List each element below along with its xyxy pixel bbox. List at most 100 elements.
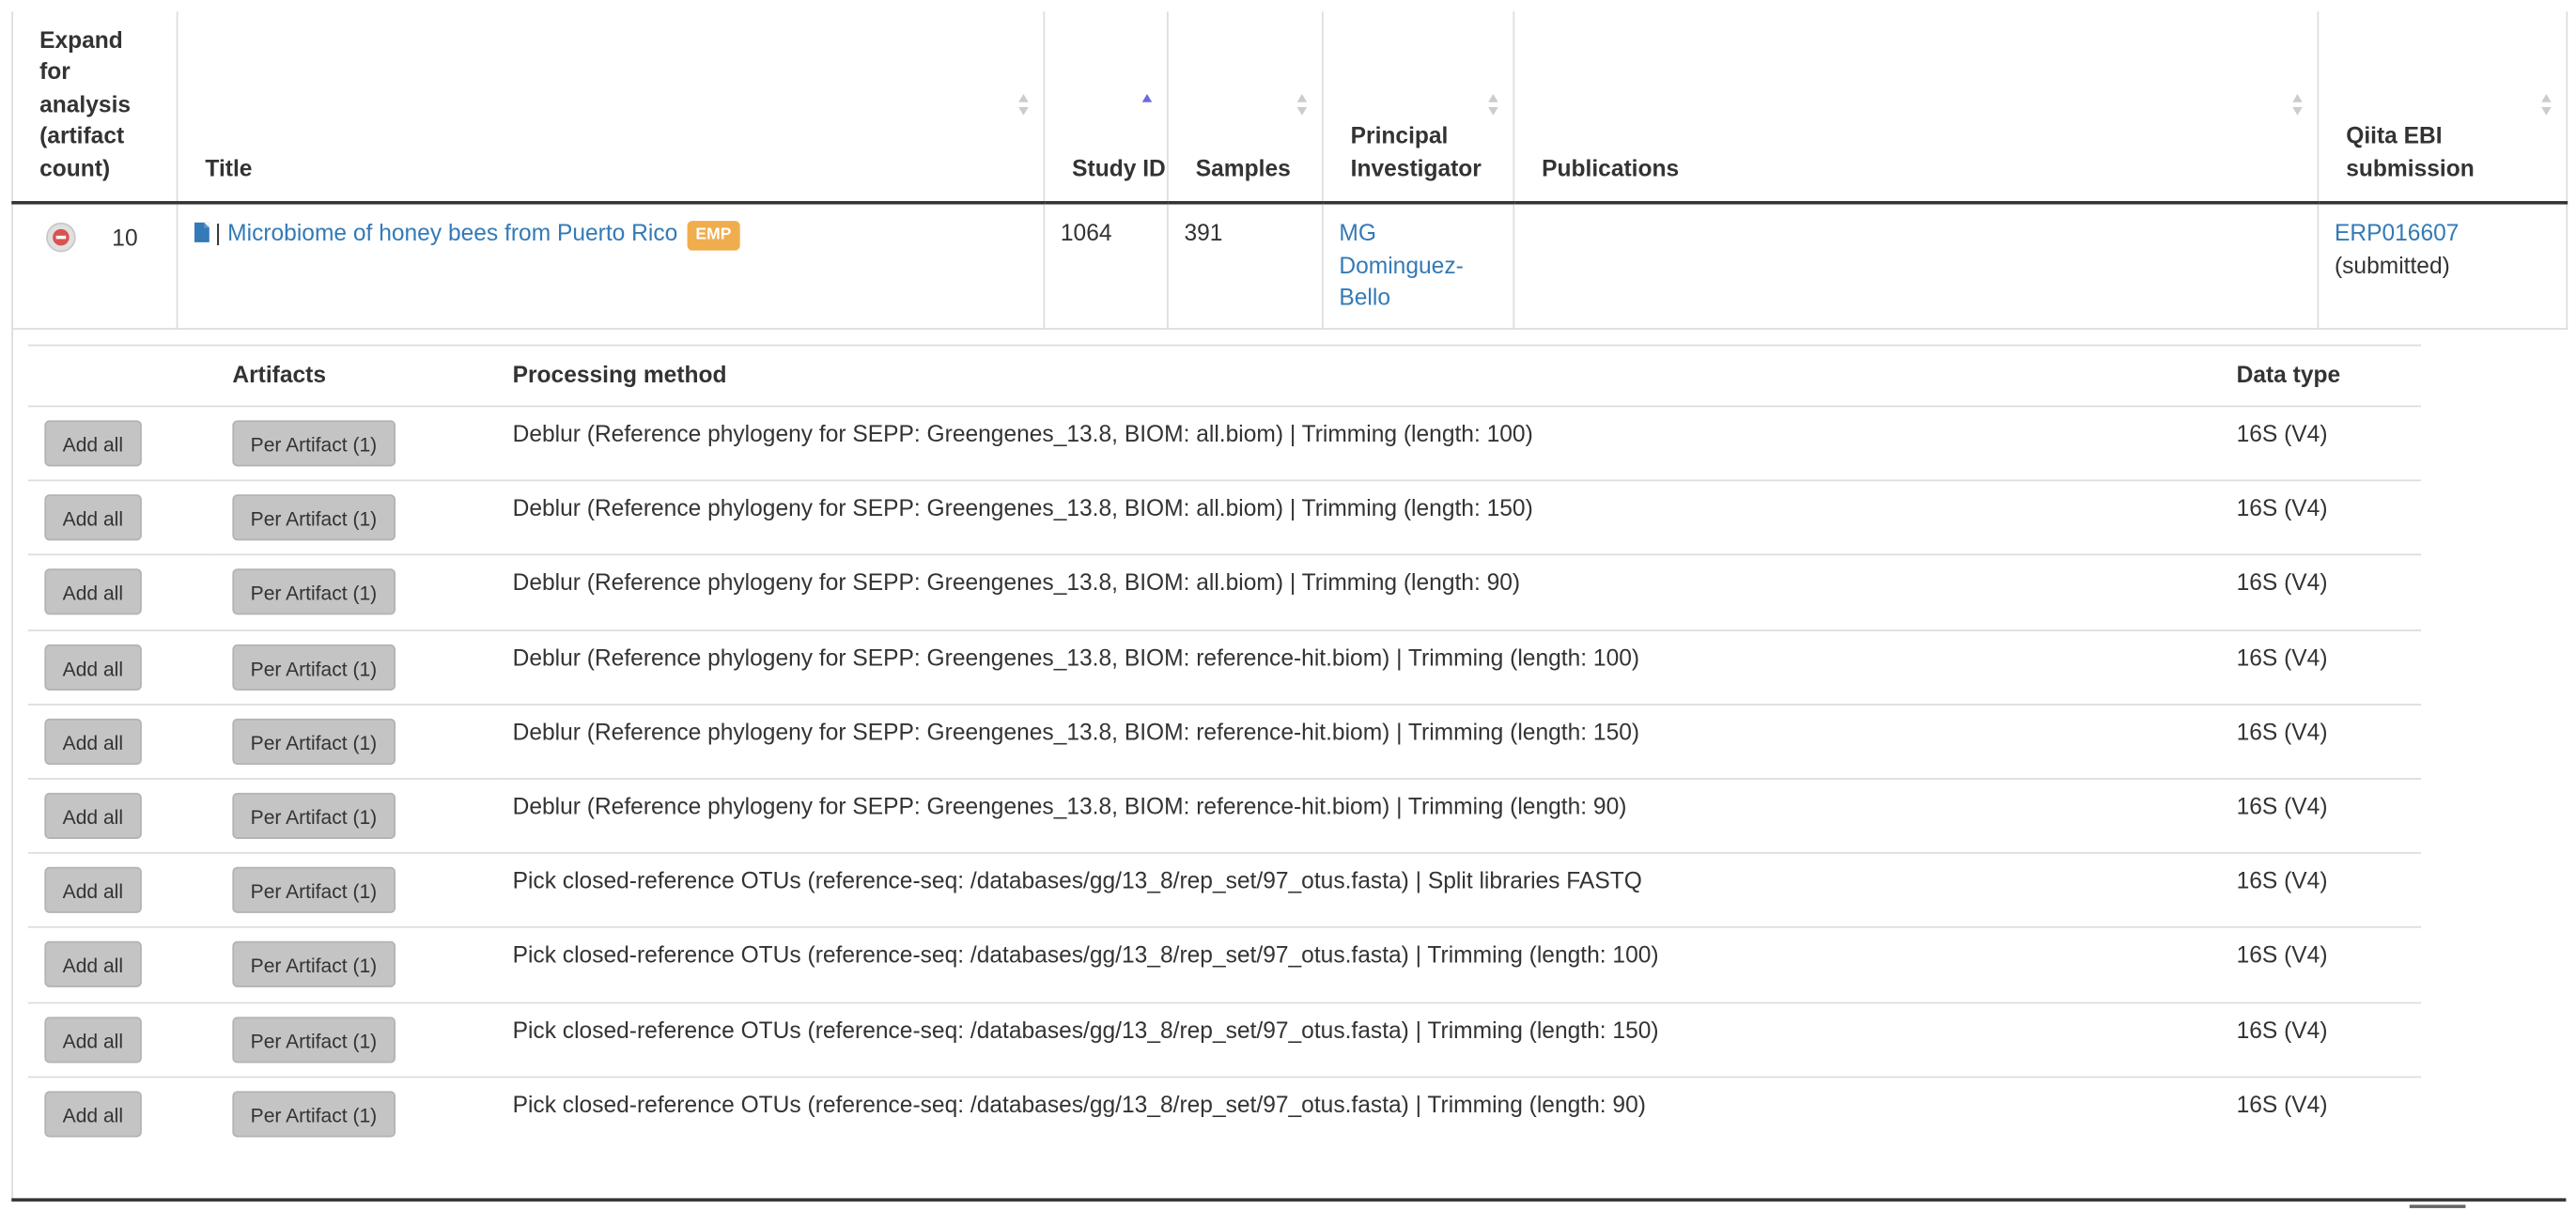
file-icon[interactable] bbox=[194, 222, 209, 242]
artifact-row: Add all Per Artifact (1) Deblur (Reference… bbox=[27, 554, 2422, 631]
study-row: 10 | Microbiome of honey bees from Puert… bbox=[11, 202, 2568, 329]
column-header-label: Samples bbox=[1195, 154, 1291, 181]
add-all-button[interactable]: Add all bbox=[44, 1090, 142, 1137]
column-header-4[interactable]: Principal Investigator bbox=[1321, 11, 1514, 205]
per-artifact-cell: Per Artifact (1) bbox=[215, 927, 497, 1003]
table-bottom-border bbox=[11, 1198, 2567, 1202]
add-all-button[interactable]: Add all bbox=[44, 866, 142, 914]
title-separator: | bbox=[214, 219, 222, 246]
per-artifact-cell: Per Artifact (1) bbox=[215, 480, 497, 556]
title-cell: | Microbiome of honey bees from Puerto R… bbox=[175, 202, 1045, 329]
add-all-cell: Add all bbox=[27, 629, 216, 706]
per-artifact-cell: Per Artifact (1) bbox=[216, 1077, 496, 1151]
artifact-row: Add all Per Artifact (1) Deblur (Reference… bbox=[27, 704, 2422, 780]
pi-link[interactable]: MG Dominguez-Bello bbox=[1339, 219, 1463, 309]
add-all-button[interactable]: Add all bbox=[44, 1016, 142, 1063]
add-all-cell: Add all bbox=[27, 927, 216, 1003]
add-all-button[interactable]: Add all bbox=[44, 420, 142, 467]
page: Expand for analysis (artifact count) Titl… bbox=[0, 0, 2576, 1211]
column-header-label: Qiita EBI submission bbox=[2346, 121, 2475, 181]
processing-method-cell: Pick closed-reference OTUs (reference-se… bbox=[512, 1090, 1646, 1117]
add-all-cell: Add all bbox=[27, 480, 216, 556]
publications-cell bbox=[1512, 202, 2319, 329]
data-type-cell: 16S (V4) bbox=[2220, 406, 2422, 482]
artifact-row: Add all Per Artifact (1) Deblur (Reference… bbox=[27, 629, 2422, 706]
processing-method-cell: Deblur (Reference phylogeny for SEPP: Gr… bbox=[496, 778, 2221, 854]
per-artifact-cell: Per Artifact (1) bbox=[215, 853, 497, 929]
per-artifact-button[interactable]: Per Artifact (1) bbox=[232, 866, 396, 914]
per-artifact-button[interactable]: Per Artifact (1) bbox=[232, 1090, 396, 1137]
processing-method-cell: Pick closed-reference OTUs (reference-se… bbox=[496, 927, 2221, 1003]
per-artifact-cell: Per Artifact (1) bbox=[215, 629, 497, 706]
add-all-button[interactable]: Add all bbox=[44, 941, 142, 988]
add-all-cell: Add all bbox=[27, 853, 216, 929]
data-type-cell: 16S (V4) bbox=[2220, 927, 2422, 1003]
data-type-cell: 16S (V4) bbox=[2220, 554, 2422, 631]
column-header-6[interactable]: Qiita EBI submission bbox=[2316, 11, 2568, 205]
column-header-label: Study ID bbox=[1072, 154, 1166, 181]
sort-icon[interactable] bbox=[1017, 93, 1029, 117]
column-header-2[interactable]: Study ID bbox=[1042, 11, 1168, 205]
artifacts-table: Artifacts Processing method Data type Ad… bbox=[27, 344, 2422, 1152]
artifact-row: Add all Per Artifact (1) Pick closed-refer… bbox=[27, 853, 2422, 929]
column-header-5[interactable]: Publications bbox=[1512, 11, 2319, 205]
expand-cell: 10 bbox=[11, 202, 178, 329]
table-header-row: Expand for analysis (artifact count) Titl… bbox=[11, 11, 2568, 205]
per-artifact-button[interactable]: Per Artifact (1) bbox=[232, 420, 396, 467]
processing-method-cell: Deblur (Reference phylogeny for SEPP: Gr… bbox=[496, 629, 2221, 706]
add-all-button[interactable]: Add all bbox=[44, 568, 142, 616]
add-column-header bbox=[27, 345, 216, 408]
artifact-row: Add all Per Artifact (1) Pick closed-refer… bbox=[27, 927, 2422, 1003]
add-all-button[interactable]: Add all bbox=[44, 792, 142, 839]
sort-icon[interactable] bbox=[2540, 93, 2552, 117]
processing-method-column-header: Processing method bbox=[496, 345, 2221, 408]
column-header-label: Publications bbox=[1542, 154, 1680, 181]
processing-method-cell: Pick closed-reference OTUs (reference-se… bbox=[496, 853, 2221, 929]
processing-method-cell: Deblur (Reference phylogeny for SEPP: Gr… bbox=[496, 704, 2221, 780]
artifacts-column-header: Artifacts bbox=[215, 345, 497, 408]
ebi-status: (submitted) bbox=[2334, 251, 2450, 278]
sort-icon[interactable] bbox=[2291, 93, 2303, 117]
emp-badge: EMP bbox=[687, 221, 740, 251]
minus-circle-icon[interactable] bbox=[46, 223, 76, 253]
ebi-accession-link[interactable]: ERP016607 bbox=[2335, 219, 2459, 245]
per-artifact-button[interactable]: Per Artifact (1) bbox=[232, 1016, 396, 1063]
pi-cell: MG Dominguez-Bello bbox=[1321, 202, 1514, 329]
ebi-cell: ERP016607 (submitted) bbox=[2316, 202, 2568, 329]
data-type-cell: 16S (V4) bbox=[2220, 629, 2422, 706]
per-artifact-cell: Per Artifact (1) bbox=[215, 1001, 497, 1078]
per-artifact-cell: Per Artifact (1) bbox=[215, 704, 497, 780]
per-artifact-button[interactable]: Per Artifact (1) bbox=[232, 644, 396, 691]
add-all-button[interactable]: Add all bbox=[44, 644, 142, 691]
artifact-row: Add all Per Artifact (1) Pick closed-refer… bbox=[27, 1001, 2422, 1078]
study-title-link[interactable]: Microbiome of honey bees from Puerto Ric… bbox=[227, 219, 677, 245]
add-all-button[interactable]: Add all bbox=[44, 494, 142, 541]
column-header-3[interactable]: Samples bbox=[1166, 11, 1323, 205]
column-header-1[interactable]: Title bbox=[175, 11, 1045, 205]
per-artifact-button[interactable]: Per Artifact (1) bbox=[232, 494, 396, 541]
artifact-row: Add all Per Artifact (1) Pick closed-refer… bbox=[28, 1077, 2421, 1151]
study-id-cell: 1064 bbox=[1042, 202, 1168, 329]
add-all-cell: Add all bbox=[27, 704, 216, 780]
sort-icon[interactable] bbox=[1141, 93, 1153, 117]
per-artifact-button[interactable]: Per Artifact (1) bbox=[232, 568, 396, 616]
data-type-column-header: Data type bbox=[2220, 345, 2422, 408]
data-type-cell: 16S (V4) bbox=[2220, 778, 2422, 854]
processing-method-cell: Deblur (Reference phylogeny for SEPP: Gr… bbox=[496, 554, 2221, 631]
per-artifact-button[interactable]: Per Artifact (1) bbox=[232, 941, 396, 988]
data-type-cell: 16S (V4) bbox=[2220, 480, 2422, 556]
data-type-cell: 16S (V4) bbox=[2220, 1001, 2422, 1078]
per-artifact-cell: Per Artifact (1) bbox=[215, 554, 497, 631]
artifact-row: Add all Per Artifact (1) Deblur (Reference… bbox=[27, 406, 2422, 482]
column-header-label: Expand for analysis (artifact count) bbox=[39, 25, 132, 181]
page-control-edge bbox=[2409, 1204, 2466, 1208]
per-artifact-button[interactable]: Per Artifact (1) bbox=[232, 792, 396, 839]
sort-icon[interactable] bbox=[1487, 93, 1498, 117]
add-all-cell: Add all bbox=[27, 1001, 216, 1078]
per-artifact-button[interactable]: Per Artifact (1) bbox=[232, 718, 396, 765]
add-all-cell: Add all bbox=[28, 1077, 216, 1151]
add-all-cell: Add all bbox=[27, 554, 216, 631]
per-artifact-cell: Per Artifact (1) bbox=[215, 778, 497, 854]
sort-icon[interactable] bbox=[1296, 93, 1308, 117]
add-all-button[interactable]: Add all bbox=[44, 718, 142, 765]
